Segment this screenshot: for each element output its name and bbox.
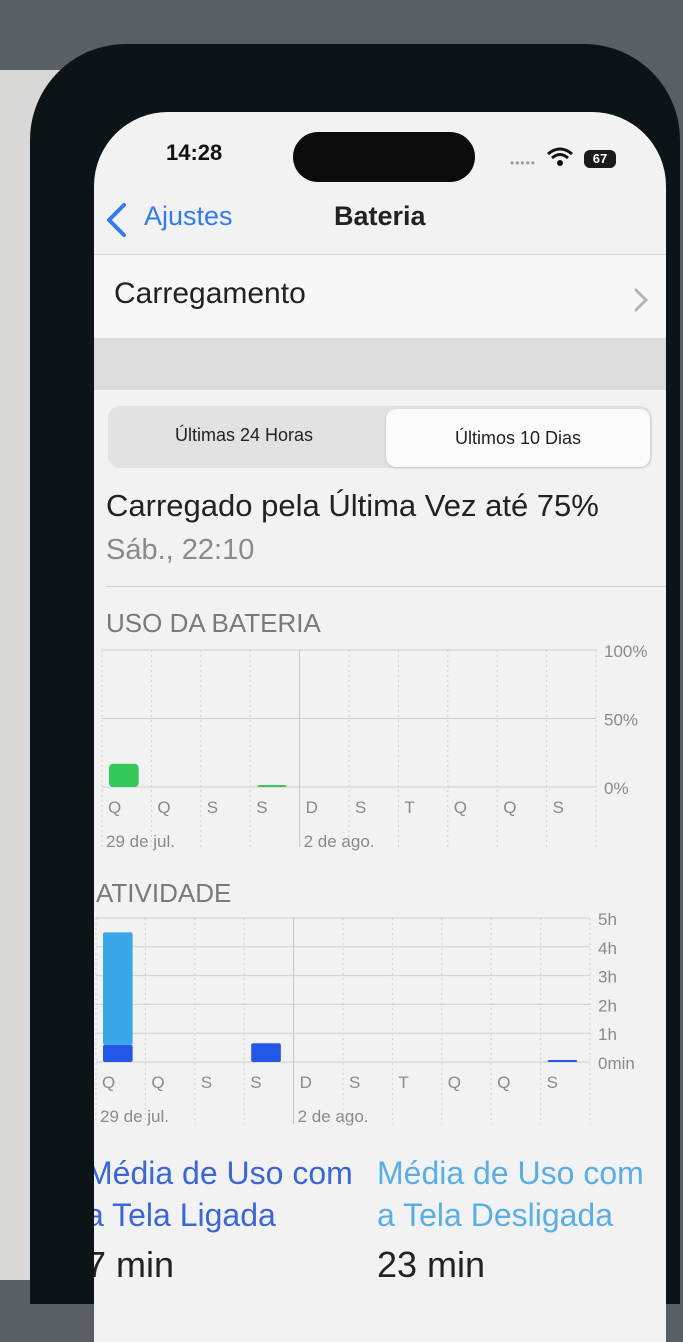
- y-tick-label: 0%: [604, 779, 629, 798]
- x-tick-label: Q: [157, 798, 170, 817]
- activity-heading: ATIVIDADE: [96, 878, 232, 908]
- phone-screen: 14:28 ••••• 67 Ajustes Bateria Carregame…: [94, 112, 666, 1342]
- charging-cell-label: Carregamento: [114, 277, 306, 310]
- x-tick-label: S: [553, 798, 564, 817]
- x-tick-label: Q: [151, 1073, 164, 1092]
- y-tick-label: 1h: [598, 1025, 617, 1044]
- x-tick-label: S: [355, 798, 366, 817]
- x-tick-label: S: [201, 1073, 212, 1092]
- y-tick-label: 50%: [604, 711, 638, 730]
- y-tick-label: 100%: [604, 642, 647, 661]
- status-time: 14:28: [166, 140, 223, 165]
- x-tick-label: S: [349, 1073, 360, 1092]
- x-tick-label: T: [404, 798, 414, 817]
- section-divider: [106, 586, 666, 587]
- cellular-signal-icon: •••••: [510, 156, 537, 170]
- segment-24-hours[interactable]: Últimas 24 Horas: [108, 406, 380, 468]
- battery-usage-chart: 100% 50% 0% Q Q S S D S T Q Q S 29 de jul. 2 de ago.: [101, 642, 647, 851]
- screen-on-average-label: Média de Uso com a Tela Ligada: [94, 1155, 353, 1233]
- segment-10-days[interactable]: Últimos 10 Dias: [386, 409, 650, 467]
- x-tick-label: Q: [102, 1073, 115, 1092]
- x-tick-label: Q: [454, 798, 467, 817]
- y-tick-label: 5h: [598, 910, 617, 929]
- last-charged-text: Carregado pela Última Vez até 75%: [106, 488, 599, 523]
- page-title: Bateria: [334, 201, 426, 231]
- y-tick-label: 2h: [598, 996, 617, 1015]
- x-tick-label: S: [207, 798, 218, 817]
- battery-usage-heading: USO DA BATERIA: [106, 608, 321, 638]
- activity-chart: 5h 4h 3h 2h 1h 0min Q Q S S D S T Q Q S 29 de jul. 2 de a…: [95, 910, 635, 1126]
- x-tick-label: S: [547, 1073, 558, 1092]
- y-tick-label: 3h: [598, 968, 617, 987]
- x-tick-label: Q: [108, 798, 121, 817]
- chart-bar: [257, 785, 287, 787]
- last-charged-time: Sáb., 22:10: [106, 534, 255, 566]
- chart-bar: [251, 1043, 281, 1062]
- x-tick-label: Q: [448, 1073, 461, 1092]
- y-tick-label: 4h: [598, 939, 617, 958]
- chart-bar: [547, 1060, 578, 1062]
- chevron-right-icon: [634, 288, 649, 317]
- x-tick-label: Q: [497, 1073, 510, 1092]
- x-tick-label: T: [398, 1073, 408, 1092]
- chart-bar: [109, 763, 139, 787]
- date-label: 29 de jul.: [100, 1107, 169, 1126]
- x-tick-label: D: [300, 1073, 312, 1092]
- x-tick-label: S: [250, 1073, 261, 1092]
- chart-bar: [103, 932, 133, 1045]
- y-tick-label: 0min: [598, 1054, 635, 1073]
- date-label: 29 de jul.: [106, 832, 175, 851]
- back-button[interactable]: Ajustes: [144, 201, 233, 232]
- date-label: 2 de ago.: [304, 832, 375, 851]
- section-gap: [94, 338, 666, 390]
- wifi-icon: [546, 146, 574, 173]
- x-tick-label: S: [256, 798, 267, 817]
- chart-bar: [103, 1044, 133, 1062]
- screen-off-average-label: Média de Uso com a Tela Desligada: [377, 1155, 644, 1233]
- back-chevron-icon[interactable]: [104, 202, 128, 243]
- x-tick-label: D: [306, 798, 318, 817]
- dynamic-island: [293, 132, 475, 182]
- battery-icon: 67: [584, 150, 616, 168]
- date-label: 2 de ago.: [298, 1107, 369, 1126]
- phone-frame: 14:28 ••••• 67 Ajustes Bateria Carregame…: [30, 44, 680, 1342]
- x-tick-label: Q: [503, 798, 516, 817]
